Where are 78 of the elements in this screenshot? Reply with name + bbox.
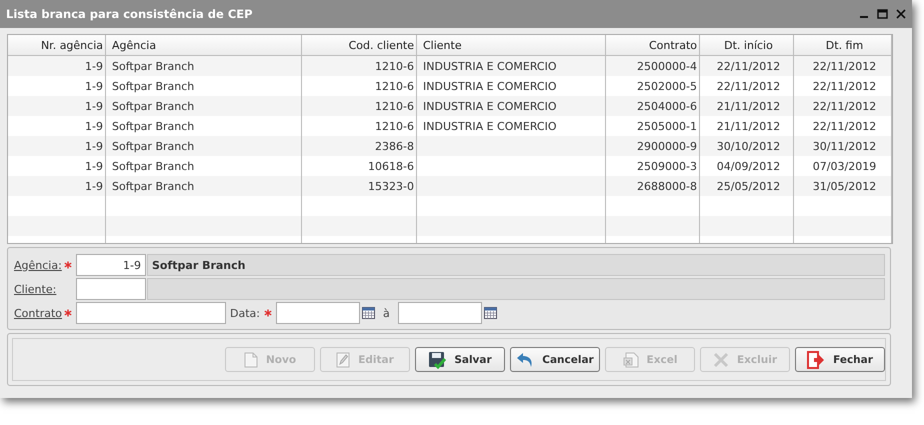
agency-number-cell: 1-9 [85, 80, 103, 92]
field-label: Data: [230, 306, 260, 320]
client-code-cell: 10618-6 [368, 160, 414, 172]
agency-cell: Softpar Branch [112, 80, 194, 92]
agency-number-cell: 1-9 [85, 160, 103, 172]
agency-code-field[interactable]: 1-9 [76, 254, 146, 276]
agency-number-cell: 1-9 [85, 120, 103, 132]
client-cell: INDUSTRIA E COMERCIO [423, 120, 557, 132]
start-date-cell: 22/11/2012 [716, 80, 780, 92]
maximize-icon[interactable] [877, 9, 888, 19]
start-date-cell: 21/11/2012 [716, 120, 780, 132]
client-cell: INDUSTRIA E COMERCIO [423, 80, 557, 92]
agency-cell: Softpar Branch [112, 120, 194, 132]
start-date-cell: 25/05/2012 [716, 180, 780, 192]
column-header[interactable]: Dt. fim [794, 35, 892, 55]
start-date-cell: 22/11/2012 [716, 60, 780, 72]
agency-cell: Softpar Branch [112, 60, 194, 72]
field-label: Cliente: [14, 282, 58, 296]
column-header[interactable]: Contrato [606, 35, 700, 55]
start-date-cell: 21/11/2012 [716, 100, 780, 112]
client-code-field[interactable] [76, 278, 146, 300]
date-range-separator: à [382, 306, 390, 320]
agency-number-cell: 1-9 [85, 100, 103, 112]
button[interactable]: Salvar [415, 347, 505, 372]
client-code-cell: 15323-0 [368, 180, 414, 192]
exit-door-icon [807, 350, 826, 368]
agency-cell: Softpar Branch [112, 100, 194, 112]
client-code-cell: 1210-6 [375, 60, 414, 72]
end-date-cell: 07/03/2019 [812, 160, 876, 172]
start-date-cell: 04/09/2012 [716, 160, 780, 172]
client-code-cell: 1210-6 [375, 120, 414, 132]
agency-number-cell: 1-9 [85, 180, 103, 192]
contract-cell: 2505000-1 [637, 120, 697, 132]
client-code-cell: 2386-8 [375, 140, 414, 152]
end-date-cell: 22/11/2012 [812, 60, 876, 72]
pencil-icon [336, 352, 350, 368]
contract-cell: 2688000-8 [637, 180, 697, 192]
close-icon[interactable] [896, 9, 906, 19]
contract-cell: 2509000-3 [637, 160, 697, 172]
agency-cell: Softpar Branch [112, 140, 194, 152]
agency-cell: Softpar Branch [112, 160, 194, 172]
column-header[interactable]: Cod. cliente [302, 35, 417, 55]
end-date-field[interactable] [398, 302, 482, 324]
undo-arrow-icon [516, 352, 534, 368]
contract-cell: 2504000-6 [637, 100, 697, 112]
spreadsheet-icon [622, 352, 639, 368]
contract-cell: 2502000-5 [637, 80, 697, 92]
cross-icon [712, 352, 729, 368]
client-code-cell: 1210-6 [375, 80, 414, 92]
contract-cell: 2900000-9 [637, 140, 697, 152]
client-cell: INDUSTRIA E COMERCIO [423, 60, 557, 72]
agency-name-field: Softpar Branch [147, 254, 885, 276]
contract-field[interactable] [76, 302, 226, 324]
calendar-icon[interactable] [484, 307, 497, 319]
button[interactable]: Cancelar [510, 347, 600, 372]
column-header[interactable]: Nr. agência [8, 35, 106, 55]
column-header[interactable]: Dt. início [700, 35, 794, 55]
field-label: Agência: [14, 258, 60, 272]
column-header[interactable]: Cliente [417, 35, 606, 55]
column-header[interactable]: Agência [106, 35, 302, 55]
end-date-cell: 22/11/2012 [812, 100, 876, 112]
start-date-cell: 30/10/2012 [716, 140, 780, 152]
agency-cell: Softpar Branch [112, 180, 194, 192]
start-date-field[interactable] [276, 302, 360, 324]
document-icon [244, 352, 258, 368]
contract-cell: 2500000-4 [637, 60, 697, 72]
agency-number-cell: 1-9 [85, 60, 103, 72]
client-code-cell: 1210-6 [375, 100, 414, 112]
window-title: Lista branca para consistência de CEP [6, 7, 253, 21]
end-date-cell: 22/11/2012 [812, 120, 876, 132]
end-date-cell: 31/05/2012 [812, 180, 876, 192]
client-cell: INDUSTRIA E COMERCIO [423, 100, 557, 112]
end-date-cell: 22/11/2012 [812, 80, 876, 92]
agency-number-cell: 1-9 [85, 140, 103, 152]
field-label: Contrato [14, 306, 60, 320]
button[interactable]: Fechar [795, 347, 885, 372]
calendar-icon[interactable] [362, 307, 375, 319]
end-date-cell: 30/11/2012 [812, 140, 876, 152]
